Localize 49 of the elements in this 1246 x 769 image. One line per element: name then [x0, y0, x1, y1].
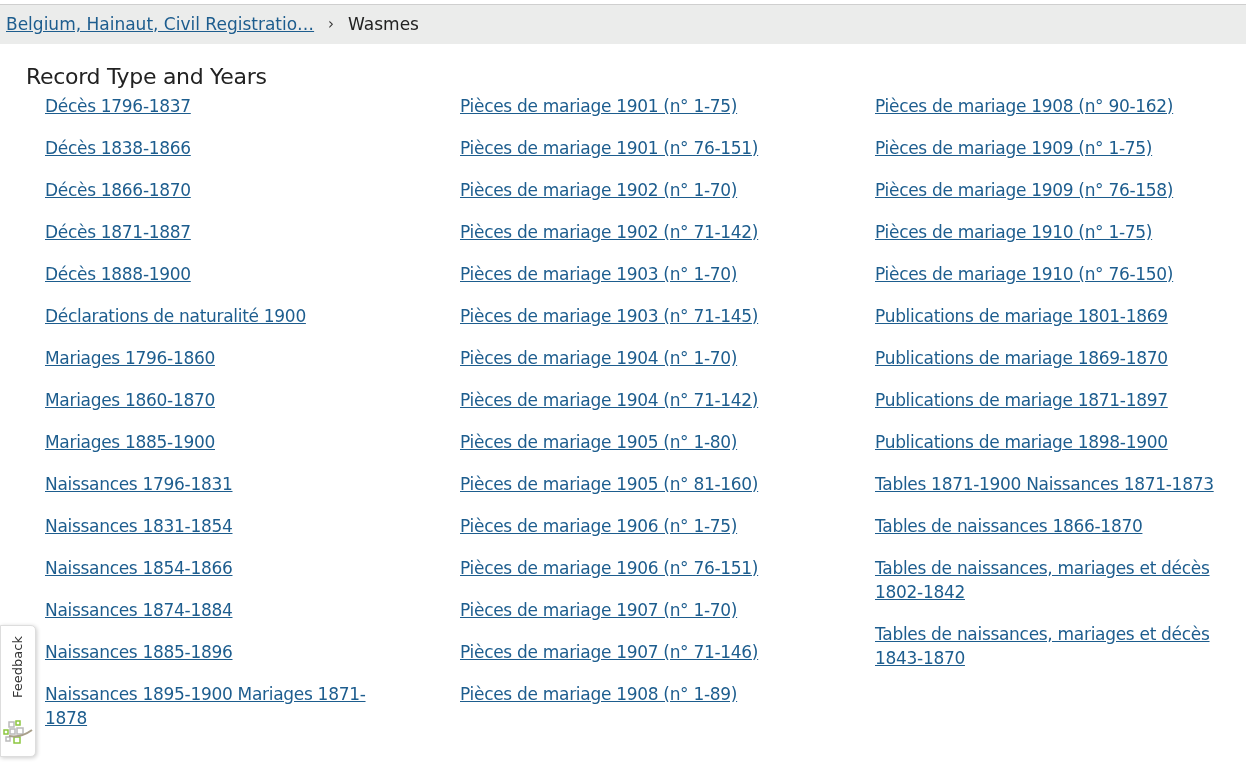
record-link[interactable]: Tables de naissances, mariages et décès 1843-1870: [875, 622, 1220, 670]
record-link[interactable]: Déclarations de naturalité 1900: [45, 304, 306, 328]
record-link[interactable]: Tables 1871-1900 Naissances 1871-1873: [875, 472, 1214, 496]
record-link[interactable]: Pièces de mariage 1901 (n° 1-75): [460, 94, 738, 118]
record-link[interactable]: Décès 1838-1866: [45, 136, 191, 160]
record-link[interactable]: Pièces de mariage 1907 (n° 71-146): [460, 640, 759, 664]
record-link[interactable]: Pièces de mariage 1901 (n° 76-151): [460, 136, 759, 160]
record-link[interactable]: Pièces de mariage 1909 (n° 76-158): [875, 178, 1174, 202]
record-link[interactable]: Décès 1871-1887: [45, 220, 191, 244]
record-link[interactable]: Naissances 1895-1900 Mariages 1871-1878: [45, 682, 390, 730]
record-link[interactable]: Décès 1866-1870: [45, 178, 191, 202]
breadcrumb-link[interactable]: Belgium, Hainaut, Civil Registratio…: [6, 11, 315, 38]
record-link[interactable]: Mariages 1860-1870: [45, 388, 215, 412]
record-link[interactable]: Décès 1796-1837: [45, 94, 191, 118]
record-link[interactable]: Pièces de mariage 1903 (n° 1-70): [460, 262, 738, 286]
record-link[interactable]: Pièces de mariage 1908 (n° 90-162): [875, 94, 1174, 118]
record-link[interactable]: Mariages 1796-1860: [45, 346, 215, 370]
record-link[interactable]: Pièces de mariage 1906 (n° 1-75): [460, 514, 738, 538]
record-link[interactable]: Pièces de mariage 1903 (n° 71-145): [460, 304, 759, 328]
record-link[interactable]: Pièces de mariage 1902 (n° 71-142): [460, 220, 759, 244]
record-link[interactable]: Naissances 1796-1831: [45, 472, 233, 496]
record-link[interactable]: Publications de mariage 1869-1870: [875, 346, 1168, 370]
record-link[interactable]: Pièces de mariage 1909 (n° 1-75): [875, 136, 1153, 160]
record-link[interactable]: Pièces de mariage 1904 (n° 1-70): [460, 346, 738, 370]
record-link[interactable]: Pièces de mariage 1905 (n° 1-80): [460, 430, 738, 454]
record-link[interactable]: Tables de naissances 1866-1870: [875, 514, 1143, 538]
record-link[interactable]: Pièces de mariage 1910 (n° 76-150): [875, 262, 1174, 286]
record-link[interactable]: Naissances 1854-1866: [45, 556, 233, 580]
section-heading: Record Type and Years: [26, 63, 268, 91]
record-link[interactable]: Publications de mariage 1898-1900: [875, 430, 1168, 454]
record-link[interactable]: Pièces de mariage 1902 (n° 1-70): [460, 178, 738, 202]
record-link[interactable]: Naissances 1874-1884: [45, 598, 233, 622]
record-link[interactable]: Tables de naissances, mariages et décès 1802-1842: [875, 556, 1220, 604]
record-link[interactable]: Pièces de mariage 1907 (n° 1-70): [460, 598, 738, 622]
record-link[interactable]: Naissances 1885-1896: [45, 640, 233, 664]
record-link[interactable]: Pièces de mariage 1908 (n° 1-89): [460, 682, 738, 706]
breadcrumb-current: Wasmes: [348, 12, 419, 36]
record-link[interactable]: Naissances 1831-1854: [45, 514, 233, 538]
tree-logo-icon: [3, 720, 33, 746]
record-link[interactable]: Décès 1888-1900: [45, 262, 191, 286]
record-link[interactable]: Pièces de mariage 1904 (n° 71-142): [460, 388, 759, 412]
record-link[interactable]: Pièces de mariage 1906 (n° 76-151): [460, 556, 759, 580]
record-link[interactable]: Publications de mariage 1871-1897: [875, 388, 1168, 412]
record-link[interactable]: Pièces de mariage 1905 (n° 81-160): [460, 472, 759, 496]
feedback-tab[interactable]: Feedback: [0, 625, 36, 757]
record-link[interactable]: Mariages 1885-1900: [45, 430, 215, 454]
record-link[interactable]: Publications de mariage 1801-1869: [875, 304, 1168, 328]
breadcrumb-separator: ›: [328, 14, 335, 36]
record-link[interactable]: Pièces de mariage 1910 (n° 1-75): [875, 220, 1153, 244]
